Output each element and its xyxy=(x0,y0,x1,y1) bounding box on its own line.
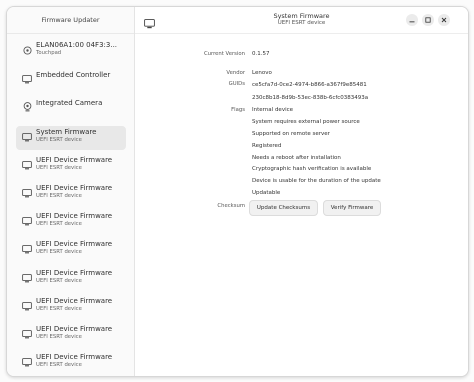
flag-value: Registered xyxy=(252,143,282,149)
computer-icon xyxy=(22,357,32,367)
computer-icon xyxy=(22,329,32,339)
device-item-uefi-device-firmware[interactable]: UEFI Device Firmware UEFI ESRT device xyxy=(16,212,126,234)
update-checksums-button[interactable]: Update Checksums xyxy=(249,200,318,216)
maximize-button[interactable] xyxy=(422,14,434,26)
flags-label: Flags xyxy=(231,107,245,113)
firmware-updater-window: Firmware Updater ELAN06A1:00 04F3:3... T… xyxy=(6,6,469,377)
vendor-value: Lenovo xyxy=(252,70,272,76)
computer-icon xyxy=(22,216,32,226)
device-name: UEFI Device Firmware xyxy=(36,240,113,248)
minimize-icon xyxy=(409,21,415,23)
computer-icon xyxy=(22,301,32,311)
maximize-icon xyxy=(425,17,431,23)
close-button[interactable] xyxy=(438,14,450,26)
camera-icon xyxy=(22,102,32,112)
sidebar-title: Firmware Updater xyxy=(7,7,134,34)
flag-value: System requires external power source xyxy=(252,119,360,125)
device-name: UEFI Device Firmware xyxy=(36,184,113,192)
device-item-uefi-device-firmware[interactable]: UEFI Device Firmware UEFI ESRT device xyxy=(16,240,126,262)
device-name: UEFI Device Firmware xyxy=(36,297,113,305)
device-details-pane: System Firmware UEFI ESRT device Current… xyxy=(135,7,468,376)
flag-value: Supported on remote server xyxy=(252,131,330,137)
flag-value: Device is usable for the duration of the… xyxy=(252,178,381,184)
computer-icon xyxy=(22,160,32,170)
sidebar: Firmware Updater ELAN06A1:00 04F3:3... T… xyxy=(7,7,135,376)
device-subtitle: UEFI ESRT device xyxy=(36,137,82,143)
device-subtitle: UEFI ESRT device xyxy=(36,249,82,255)
flag-value: Cryptographic hash verification is avail… xyxy=(252,166,372,172)
guids-label: GUIDs xyxy=(228,81,245,87)
device-subtitle: UEFI ESRT device xyxy=(36,165,82,171)
device-name: UEFI Device Firmware xyxy=(36,325,113,333)
device-subtitle: UEFI ESRT device xyxy=(36,334,82,340)
page-title: System Firmware xyxy=(273,12,330,20)
current-version-value: 0.1.57 xyxy=(252,51,270,57)
device-name: UEFI Device Firmware xyxy=(36,269,113,277)
vendor-label: Vendor xyxy=(226,70,245,76)
device-subtitle: UEFI ESRT device xyxy=(36,362,82,368)
device-item-uefi-device-firmware[interactable]: UEFI Device Firmware UEFI ESRT device xyxy=(16,184,126,206)
device-item-uefi-device-firmware[interactable]: UEFI Device Firmware UEFI ESRT device xyxy=(16,325,126,347)
touchpad-icon xyxy=(22,45,32,55)
page-subtitle: UEFI ESRT device xyxy=(277,20,326,26)
flag-value: Internal device xyxy=(252,107,294,113)
header-bar: System Firmware UEFI ESRT device xyxy=(135,7,468,34)
device-item-embedded-controller[interactable]: Embedded Controller xyxy=(16,71,126,87)
device-name: UEFI Device Firmware xyxy=(36,156,113,164)
device-name: ELAN06A1:00 04F3:3... xyxy=(36,41,118,49)
device-subtitle: UEFI ESRT device xyxy=(36,306,82,312)
device-subtitle: UEFI ESRT device xyxy=(36,278,82,284)
device-subtitle: Touchpad xyxy=(36,50,62,56)
minimize-button[interactable] xyxy=(406,14,418,26)
device-name: System Firmware xyxy=(36,128,97,136)
guid-value: ce5cfa7d-0ce2-4974-b866-a367f9e85481 xyxy=(252,82,367,88)
checksum-label: Checksum xyxy=(217,203,245,209)
close-icon xyxy=(441,17,447,23)
device-name: UEFI Device Firmware xyxy=(36,353,113,361)
device-name: Embedded Controller xyxy=(36,71,111,79)
device-item-uefi-device-firmware[interactable]: UEFI Device Firmware UEFI ESRT device xyxy=(16,297,126,319)
computer-icon xyxy=(22,244,32,254)
verify-firmware-button[interactable]: Verify Firmware xyxy=(323,200,381,216)
device-item-system-firmware[interactable]: System Firmware UEFI ESRT device xyxy=(16,126,126,150)
computer-icon xyxy=(22,132,32,142)
device-item-uefi-device-firmware[interactable]: UEFI Device Firmware UEFI ESRT device xyxy=(16,353,126,375)
device-item-integrated-camera[interactable]: Integrated Camera xyxy=(16,99,126,115)
device-name: UEFI Device Firmware xyxy=(36,212,113,220)
device-item-uefi-device-firmware[interactable]: UEFI Device Firmware UEFI ESRT device xyxy=(16,269,126,291)
flag-value: Updatable xyxy=(252,190,281,196)
guid-value: 230c8b18-8d9b-53ec-838b-6cfc0383493a xyxy=(252,95,369,101)
computer-icon xyxy=(22,188,32,198)
flag-value: Needs a reboot after installation xyxy=(252,155,341,161)
computer-icon xyxy=(22,273,32,283)
device-subtitle: UEFI ESRT device xyxy=(36,193,82,199)
current-version-label: Current Version xyxy=(203,51,245,57)
device-item-touchpad[interactable]: ELAN06A1:00 04F3:3... Touchpad xyxy=(16,41,126,63)
device-subtitle: UEFI ESRT device xyxy=(36,221,82,227)
device-item-uefi-device-firmware[interactable]: UEFI Device Firmware UEFI ESRT device xyxy=(16,156,126,178)
computer-icon xyxy=(22,74,32,84)
device-name: Integrated Camera xyxy=(36,99,103,107)
